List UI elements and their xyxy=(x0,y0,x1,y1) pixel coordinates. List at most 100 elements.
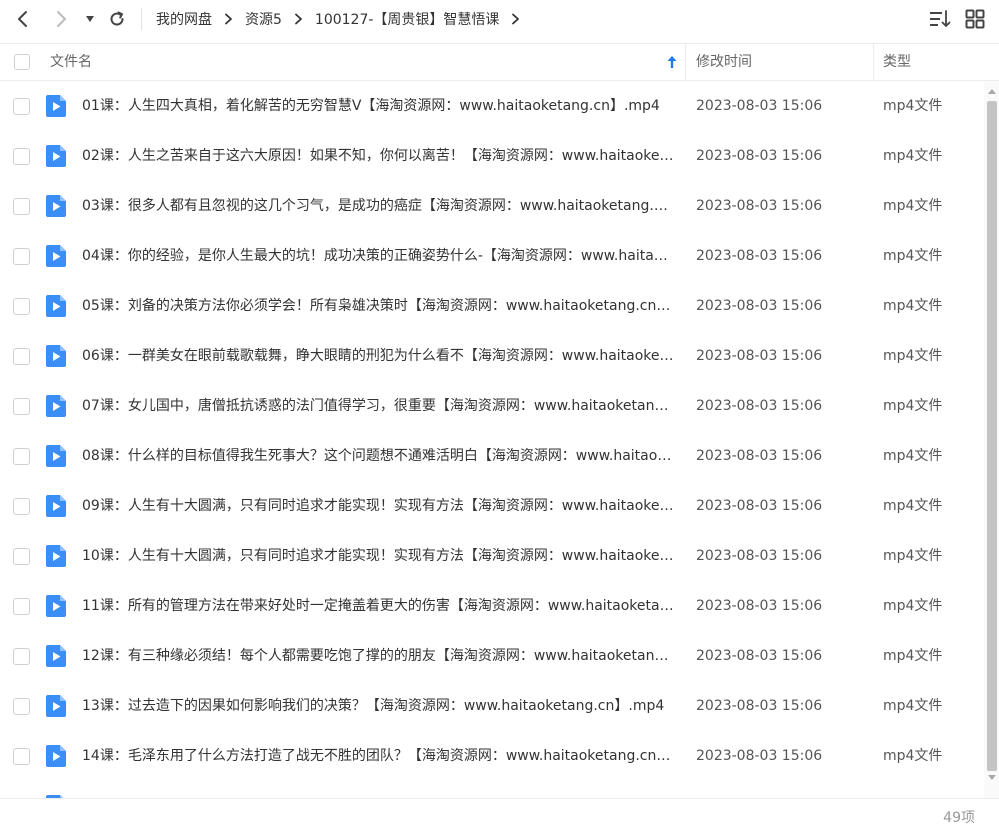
file-type: mp4文件 xyxy=(883,448,943,464)
file-modified-time: 2023-08-03 15:06 xyxy=(696,198,823,214)
file-name[interactable]: 04课：你的经验，是你人生最大的坑！成功决策的正确姿势什么-【海淘资源网：www… xyxy=(82,231,674,281)
grid-view-icon xyxy=(965,9,985,29)
refresh-icon xyxy=(110,11,124,26)
file-name[interactable]: 07课：女儿国中，唐僧抵抗诱惑的法门值得学习，很重要【海淘资源网：www.hai… xyxy=(82,381,674,431)
file-name[interactable]: 06课：一群美女在眼前载歌载舞，睁大眼睛的刑犯为什么看不【海淘资源网：www.h… xyxy=(82,331,674,381)
file-name[interactable]: 10课：人生有十大圆满，只有同时追求才能实现！实现有方法【海淘资源网：www.h… xyxy=(82,531,674,581)
row-checkbox[interactable] xyxy=(13,698,30,715)
file-list: 01课：人生四大真相，着化解苦的无穷智慧V【海淘资源网：www.haitaoke… xyxy=(0,81,984,798)
file-name[interactable]: 03课：很多人都有且忽视的这几个习气，是成功的癌症【海淘资源网：www.hait… xyxy=(82,181,674,231)
file-row[interactable]: 12课：有三种缘必须结！每个人都需要吃饱了撑的的朋友【海淘资源网：www.hai… xyxy=(0,631,984,681)
column-header-type[interactable]: 类型 xyxy=(883,44,911,81)
vertical-scrollbar[interactable] xyxy=(984,81,999,798)
row-checkbox[interactable] xyxy=(13,198,30,215)
video-file-icon xyxy=(46,345,66,367)
sort-order-button[interactable] xyxy=(928,8,952,30)
file-name[interactable]: 11课：所有的管理方法在带来好处时一定掩盖着更大的伤害【海淘资源网：www.ha… xyxy=(82,581,674,631)
file-type: mp4文件 xyxy=(883,248,943,264)
file-type: mp4文件 xyxy=(883,748,943,764)
file-modified-time: 2023-08-03 15:06 xyxy=(696,598,823,614)
file-row[interactable]: 04课：你的经验，是你人生最大的坑！成功决策的正确姿势什么-【海淘资源网：www… xyxy=(0,231,984,281)
file-row[interactable]: 02课：人生之苦来自于这六大原因！如果不知，你何以离苦！【海淘资源网：www.h… xyxy=(0,131,984,181)
chevron-right-icon xyxy=(224,13,233,25)
grid-view-button[interactable] xyxy=(964,8,986,30)
forward-button[interactable] xyxy=(46,4,76,34)
video-file-icon xyxy=(46,145,66,167)
file-row[interactable]: 06课：一群美女在眼前载歌载舞，睁大眼睛的刑犯为什么看不【海淘资源网：www.h… xyxy=(0,331,984,381)
row-checkbox[interactable] xyxy=(13,248,30,265)
video-file-icon xyxy=(46,295,66,317)
video-file-icon xyxy=(46,545,66,567)
file-row[interactable]: 11课：所有的管理方法在带来好处时一定掩盖着更大的伤害【海淘资源网：www.ha… xyxy=(0,581,984,631)
file-name[interactable]: 09课：人生有十大圆满，只有同时追求才能实现！实现有方法【海淘资源网：www.h… xyxy=(82,481,674,531)
nav-divider xyxy=(141,8,142,30)
row-checkbox[interactable] xyxy=(13,648,30,665)
select-all-checkbox[interactable] xyxy=(14,54,30,70)
file-type: mp4文件 xyxy=(883,598,943,614)
row-checkbox[interactable] xyxy=(13,598,30,615)
scrollbar-thumb[interactable] xyxy=(987,101,997,771)
column-header-name[interactable]: 文件名 xyxy=(50,44,92,81)
file-row[interactable]: 14课：毛泽东用了什么方法打造了战无不胜的团队？【海淘资源网：www.haita… xyxy=(0,731,984,781)
row-checkbox[interactable] xyxy=(13,148,30,165)
history-dropdown-button[interactable] xyxy=(80,4,100,34)
file-name[interactable]: 02课：人生之苦来自于这六大原因！如果不知，你何以离苦！【海淘资源网：www.h… xyxy=(82,131,674,181)
row-checkbox[interactable] xyxy=(13,548,30,565)
row-checkbox[interactable] xyxy=(13,748,30,765)
video-file-icon xyxy=(46,445,66,467)
file-row[interactable]: 07课：女儿国中，唐僧抵抗诱惑的法门值得学习，很重要【海淘资源网：www.hai… xyxy=(0,381,984,431)
column-divider[interactable] xyxy=(873,44,874,81)
file-name[interactable]: 14课：毛泽东用了什么方法打造了战无不胜的团队？【海淘资源网：www.haita… xyxy=(82,731,674,781)
row-checkbox[interactable] xyxy=(13,498,30,515)
file-modified-time: 2023-08-03 15:06 xyxy=(696,298,823,314)
sort-ascending-icon[interactable] xyxy=(666,55,678,69)
video-file-icon xyxy=(46,645,66,667)
file-type: mp4文件 xyxy=(883,548,943,564)
back-button[interactable] xyxy=(8,4,38,34)
file-modified-time: 2023-08-03 15:06 xyxy=(696,398,823,414)
file-modified-time: 2023-08-03 15:06 xyxy=(696,248,823,264)
scroll-down-arrow-icon[interactable] xyxy=(987,774,997,782)
file-row[interactable]: 03课：很多人都有且忽视的这几个习气，是成功的癌症【海淘资源网：www.hait… xyxy=(0,181,984,231)
row-checkbox[interactable] xyxy=(13,398,30,415)
refresh-button[interactable] xyxy=(102,4,132,34)
file-browser: 我的网盘 资源5 100127-【周贵银】智慧悟课 文件名 修改时间 类型 01… xyxy=(0,0,999,831)
file-row[interactable]: 13课：过去造下的因果如何影响我们的决策？【海淘资源网：www.haitaoke… xyxy=(0,681,984,731)
video-file-icon xyxy=(46,695,66,717)
file-row[interactable]: 08课：什么样的目标值得我生死事大？这个问题想不通难活明白【海淘资源网：www.… xyxy=(0,431,984,481)
breadcrumb-item-current[interactable]: 100127-【周贵银】智慧悟课 xyxy=(315,9,500,29)
video-file-icon xyxy=(46,95,66,117)
file-type: mp4文件 xyxy=(883,348,943,364)
item-count: 49项 xyxy=(943,810,975,826)
file-type: mp4文件 xyxy=(883,198,943,214)
file-name[interactable]: 12课：有三种缘必须结！每个人都需要吃饱了撑的的朋友【海淘资源网：www.hai… xyxy=(82,631,674,681)
navigation-bar: 我的网盘 资源5 100127-【周贵银】智慧悟课 xyxy=(0,0,999,38)
file-type: mp4文件 xyxy=(883,398,943,414)
file-name[interactable]: 08课：什么样的目标值得我生死事大？这个问题想不通难活明白【海淘资源网：www.… xyxy=(82,431,674,481)
file-modified-time: 2023-08-03 15:06 xyxy=(696,448,823,464)
row-checkbox[interactable] xyxy=(13,448,30,465)
file-row[interactable] xyxy=(0,781,984,798)
sort-list-icon xyxy=(930,10,951,27)
video-file-icon xyxy=(46,745,66,767)
file-row[interactable]: 05课：刘备的决策方法你必须学会！所有枭雄决策时【海淘资源网：www.haita… xyxy=(0,281,984,331)
file-row[interactable]: 10课：人生有十大圆满，只有同时追求才能实现！实现有方法【海淘资源网：www.h… xyxy=(0,531,984,581)
status-bar: 49项 xyxy=(0,798,999,831)
breadcrumb-item-folder[interactable]: 资源5 xyxy=(245,9,282,29)
file-name[interactable]: 05课：刘备的决策方法你必须学会！所有枭雄决策时【海淘资源网：www.haita… xyxy=(82,281,674,331)
chevron-left-icon xyxy=(18,11,27,27)
breadcrumb-item-root[interactable]: 我的网盘 xyxy=(156,9,212,29)
column-divider[interactable] xyxy=(685,44,686,81)
chevron-right-icon xyxy=(511,13,520,25)
scroll-up-arrow-icon[interactable] xyxy=(987,87,997,95)
video-file-icon xyxy=(46,395,66,417)
file-row[interactable]: 01课：人生四大真相，着化解苦的无穷智慧V【海淘资源网：www.haitaoke… xyxy=(0,81,984,131)
column-header-modified-time[interactable]: 修改时间 xyxy=(696,44,752,81)
row-checkbox[interactable] xyxy=(13,298,30,315)
file-type: mp4文件 xyxy=(883,148,943,164)
file-row[interactable]: 09课：人生有十大圆满，只有同时追求才能实现！实现有方法【海淘资源网：www.h… xyxy=(0,481,984,531)
row-checkbox[interactable] xyxy=(13,98,30,115)
file-name[interactable]: 13课：过去造下的因果如何影响我们的决策？【海淘资源网：www.haitaoke… xyxy=(82,681,674,731)
row-checkbox[interactable] xyxy=(13,348,30,365)
file-name[interactable]: 01课：人生四大真相，着化解苦的无穷智慧V【海淘资源网：www.haitaoke… xyxy=(82,81,674,131)
